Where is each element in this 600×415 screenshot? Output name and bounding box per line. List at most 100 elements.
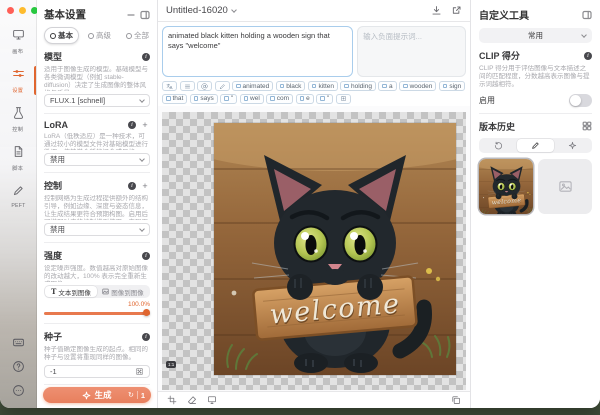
dice-icon[interactable] [135,367,144,376]
token-checkbox[interactable] [443,84,448,89]
model-select[interactable]: FLUX.1 [schnell] [44,94,150,107]
panel-toggle-icon[interactable] [139,9,150,20]
token-label: animated [243,83,270,90]
token-chip[interactable]: " [220,94,237,104]
collapse-icon[interactable] [125,9,136,20]
flask-icon [12,106,25,124]
add-lora-button[interactable] [140,120,150,130]
token-checkbox[interactable] [312,84,317,89]
slider-knob[interactable] [143,309,150,316]
token-toolbar-list-icon[interactable] [180,81,195,91]
token-checkbox[interactable] [320,96,325,101]
keyboard-button[interactable] [11,337,26,352]
canvas-viewport[interactable]: welcome welcome 1:1 [158,106,470,391]
clip-score-description: CLIP 得分用于评估图像与文本描述之间的匹配程度，分数越高表示图像与提示词越相… [479,65,592,89]
info-icon[interactable] [584,52,592,60]
help-button[interactable] [11,361,26,376]
strength-slider[interactable] [44,309,150,317]
generated-image[interactable]: welcome welcome [214,123,456,375]
token-checkbox[interactable] [344,84,349,89]
token-checkbox[interactable] [382,84,387,89]
rail-item-label: 画布 [13,47,24,55]
info-icon[interactable] [128,121,136,129]
history-thumbnail-empty[interactable] [538,159,592,214]
token-chip[interactable]: wooden [399,81,436,91]
tab-全部[interactable]: 全部 [120,27,155,44]
image-to-image-tab[interactable]: 图像到图像 [97,286,149,297]
token-label: wooden [410,83,433,90]
rail-item-settings[interactable]: 设置 [0,65,36,96]
control-select[interactable]: 禁用 [44,223,150,236]
edit-tab[interactable] [517,139,554,152]
sparkle-icon [568,141,577,150]
minimize-button[interactable] [19,7,26,14]
token-chip[interactable]: that [162,94,187,104]
copy-icon[interactable] [451,395,461,405]
token-chip[interactable]: wel [240,94,264,104]
info-icon[interactable] [142,53,150,61]
prompt-input[interactable]: animated black kitten holding a wooden s… [162,26,353,77]
panel-toggle-icon[interactable] [581,9,592,20]
token-checkbox[interactable] [270,96,275,101]
token-checkbox[interactable] [244,96,249,101]
info-icon[interactable] [142,252,150,260]
token-chip[interactable]: e [296,94,314,104]
negative-prompt-input[interactable]: 输入负面提示词... [357,26,466,77]
token-toolbar-expand-icon[interactable] [336,94,351,104]
token-checkbox[interactable] [194,96,199,101]
more-button[interactable] [11,385,26,400]
rail-item-canvas[interactable]: 画布 [0,26,36,57]
token-checkbox[interactable] [300,96,305,101]
eraser-icon[interactable] [187,395,197,405]
token-chip[interactable]: black [276,81,306,91]
rail-item-control[interactable]: 控制 [0,104,36,135]
tab-高级[interactable]: 高级 [82,27,117,44]
token-chip[interactable]: a [378,81,396,91]
rail-item-script[interactable]: 脚本 [0,143,36,174]
document-title-menu[interactable]: Untitled-16020 [166,5,236,16]
lora-select-value: 禁用 [50,154,140,165]
token-checkbox[interactable] [403,84,408,89]
token-chip[interactable]: sign [439,81,465,91]
generate-batch-area[interactable]: ↻ 1 [128,387,145,403]
token-checkbox[interactable] [280,84,285,89]
token-toolbar-mention-icon[interactable] [197,81,212,91]
text-to-image-tab[interactable]: T 文本到图像 [45,286,97,297]
display-icon[interactable] [207,395,217,405]
seed-input[interactable]: -1 [44,365,150,378]
token-chip[interactable]: kitten [308,81,338,91]
token-label: e [306,95,310,102]
token-toolbar-translate-icon[interactable] [162,81,177,91]
info-icon[interactable] [142,333,150,341]
more-icon [12,384,25,402]
share-icon[interactable] [451,5,462,16]
rail-item-peft[interactable]: PEFT [0,182,36,211]
token-chip[interactable]: " [316,94,333,104]
token-label: holding [351,83,372,90]
token-toolbar-edit-icon[interactable] [215,81,230,91]
token-checkbox[interactable] [236,84,241,89]
grid-icon[interactable] [581,121,592,132]
preset-select[interactable]: 常用 [479,28,592,43]
lora-select[interactable]: 禁用 [44,153,150,166]
token-checkbox[interactable] [224,96,229,101]
token-chip[interactable]: holding [340,81,375,91]
history-thumbnail-selected[interactable]: welcome welcome [479,159,533,214]
token-chip[interactable]: com [266,94,293,104]
enable-toggle[interactable] [569,94,592,107]
crop-icon[interactable] [167,395,177,405]
download-icon[interactable] [431,5,442,16]
history-tab[interactable] [480,139,517,152]
transparency-checkerboard: welcome welcome 1:1 [162,112,466,390]
token-chip[interactable]: animated [232,81,273,91]
generate-button[interactable]: 生成 ↻ 1 [43,387,151,403]
token-checkbox[interactable] [166,96,171,101]
token-chip[interactable]: says [190,94,218,104]
tab-基本[interactable]: 基本 [44,27,79,44]
close-button[interactable] [7,7,14,14]
info-icon[interactable] [128,182,136,190]
compare-tab[interactable] [554,139,591,152]
seed-description: 种子值确定图像生成的起点。相同的种子与设置将重现同样的图像。 [44,346,150,362]
add-control-button[interactable] [140,181,150,191]
settings-panel-title: 基本设置 [44,7,122,22]
